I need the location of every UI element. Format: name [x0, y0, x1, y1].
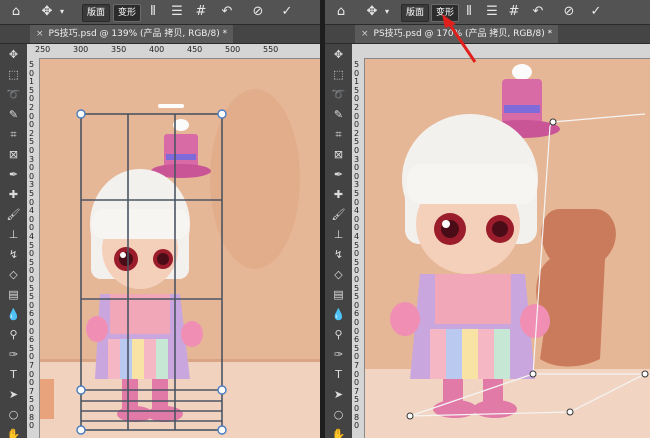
gradient-tool-icon[interactable]: ▤ — [5, 286, 22, 303]
options-bar: ⌂ ✥ ▾ 版面 变形 ⦀ ☰ # ↶ ⊘ ✓ — [0, 0, 320, 25]
shape-tool-icon[interactable]: ○ — [330, 406, 347, 423]
type-tool-icon[interactable]: T — [330, 366, 347, 383]
document-tab-bar: × PS技巧.psd @ 139% (产品 拷贝, RGB/8) * — [0, 25, 320, 44]
ruler-tick-label: 350 — [111, 45, 127, 54]
blur-tool-icon[interactable]: 💧 — [5, 306, 22, 323]
dodge-tool-icon[interactable]: ⚲ — [330, 326, 347, 343]
home-icon[interactable]: ⌂ — [8, 3, 24, 21]
eyedropper-tool-icon[interactable]: ✒ — [330, 166, 347, 183]
hand-tool-icon[interactable]: ✋ — [330, 426, 347, 438]
type-tool-icon[interactable]: T — [5, 366, 22, 383]
vertical-ruler: 5015020025030035040045050055060065070075… — [27, 58, 40, 438]
lasso-tool-icon[interactable]: ➰ — [330, 86, 347, 103]
document-canvas[interactable] — [40, 59, 320, 438]
marquee-tool-icon[interactable]: ⬚ — [5, 66, 22, 83]
ruler-tick-label: 0 — [354, 421, 360, 431]
ruler-tick-label: 250 — [35, 45, 51, 54]
frame-tool-icon[interactable]: ⊠ — [330, 146, 347, 163]
ruler-tick-label: 300 — [73, 45, 89, 54]
split-vertical-icon[interactable]: ⦀ — [146, 3, 160, 21]
quick-select-tool-icon[interactable]: ✎ — [330, 106, 347, 123]
healing-brush-tool-icon[interactable]: ✚ — [5, 186, 22, 203]
crop-tool-icon[interactable]: ⌗ — [330, 126, 347, 143]
document-tab[interactable]: × PS技巧.psd @ 139% (产品 拷贝, RGB/8) * — [30, 25, 234, 43]
history-brush-tool-icon[interactable]: ↯ — [330, 246, 347, 263]
hand-tool-icon[interactable]: ✋ — [5, 426, 22, 438]
pen-tool-icon[interactable]: ✑ — [5, 346, 22, 363]
brush-tool-icon[interactable]: 🖌 — [330, 206, 347, 223]
tools-panel: ✥ ⬚ ➰ ✎ ⌗ ⊠ ✒ ✚ 🖌 ⊥ ↯ ◇ ▤ 💧 ⚲ ✑ T ➤ ○ ✋ — [325, 44, 353, 438]
dodge-tool-icon[interactable]: ⚲ — [5, 326, 22, 343]
ruler-tick-label: 0 — [29, 421, 35, 431]
canvas-artwork — [40, 59, 320, 438]
checkmark-icon[interactable]: ✓ — [279, 3, 295, 21]
ruler-tick-label: 550 — [263, 45, 279, 54]
split-cross-icon[interactable]: # — [194, 3, 208, 21]
frame-tool-icon[interactable]: ⊠ — [5, 146, 22, 163]
layout-mode-button[interactable]: 版面 — [82, 4, 111, 22]
eraser-tool-icon[interactable]: ◇ — [330, 266, 347, 283]
annotation-arrow — [442, 14, 477, 63]
close-tab-icon[interactable]: × — [36, 29, 44, 39]
shape-tool-icon[interactable]: ○ — [5, 406, 22, 423]
warp-mode-button[interactable]: 变形 — [113, 4, 142, 22]
vertical-ruler: 5015020025030035040045050055060065070075… — [352, 58, 365, 438]
history-brush-tool-icon[interactable]: ↯ — [5, 246, 22, 263]
cancel-icon[interactable]: ⊘ — [250, 3, 266, 21]
split-horizontal-icon[interactable]: ☰ — [170, 3, 184, 21]
path-select-tool-icon[interactable]: ➤ — [330, 386, 347, 403]
blur-tool-icon[interactable]: 💧 — [330, 306, 347, 323]
eyedropper-tool-icon[interactable]: ✒ — [5, 166, 22, 183]
chevron-down-icon[interactable]: ▾ — [58, 3, 66, 21]
move-icon[interactable]: ✥ — [38, 3, 56, 21]
horizontal-ruler: 250 300 350 400 450 500 550 — [27, 44, 320, 59]
brush-tool-icon[interactable]: 🖌 — [5, 206, 22, 223]
document-canvas[interactable] — [365, 59, 650, 438]
quick-select-tool-icon[interactable]: ✎ — [5, 106, 22, 123]
clone-stamp-tool-icon[interactable]: ⊥ — [5, 226, 22, 243]
eraser-tool-icon[interactable]: ◇ — [5, 266, 22, 283]
pen-tool-icon[interactable]: ✑ — [330, 346, 347, 363]
left-workspace: ⌂ ✥ ▾ 版面 变形 ⦀ ☰ # ↶ ⊘ ✓ » ×PS技巧.psd @ 13… — [0, 0, 320, 438]
tools-panel: ✥ ⬚ ➰ ✎ ⌗ ⊠ ✒ ✚ 🖌 ⊥ ↯ ◇ ▤ 💧 ⚲ ✑ T ➤ ○ ✋ — [0, 44, 28, 438]
healing-brush-tool-icon[interactable]: ✚ — [330, 186, 347, 203]
gradient-tool-icon[interactable]: ▤ — [330, 286, 347, 303]
clone-stamp-tool-icon[interactable]: ⊥ — [330, 226, 347, 243]
ruler-tick-label: 450 — [187, 45, 203, 54]
undo-icon[interactable]: ↶ — [219, 3, 235, 21]
move-tool-icon[interactable]: ✥ — [5, 46, 22, 63]
ruler-tick-label: 500 — [225, 45, 241, 54]
crop-tool-icon[interactable]: ⌗ — [5, 126, 22, 143]
canvas-artwork — [365, 59, 650, 438]
lasso-tool-icon[interactable]: ➰ — [5, 86, 22, 103]
right-workspace: ⌂ ✥ ▾ 版面 变形 ⦀ ☰ # ↶ ⊘ ✓ » ×PS技巧.psd @ 17… — [325, 0, 650, 438]
document-tab-title: PS技巧.psd @ 139% (产品 拷贝, RGB/8) * — [48, 29, 228, 39]
path-select-tool-icon[interactable]: ➤ — [5, 386, 22, 403]
orange-box — [40, 379, 54, 419]
ruler-tick-label: 400 — [149, 45, 165, 54]
